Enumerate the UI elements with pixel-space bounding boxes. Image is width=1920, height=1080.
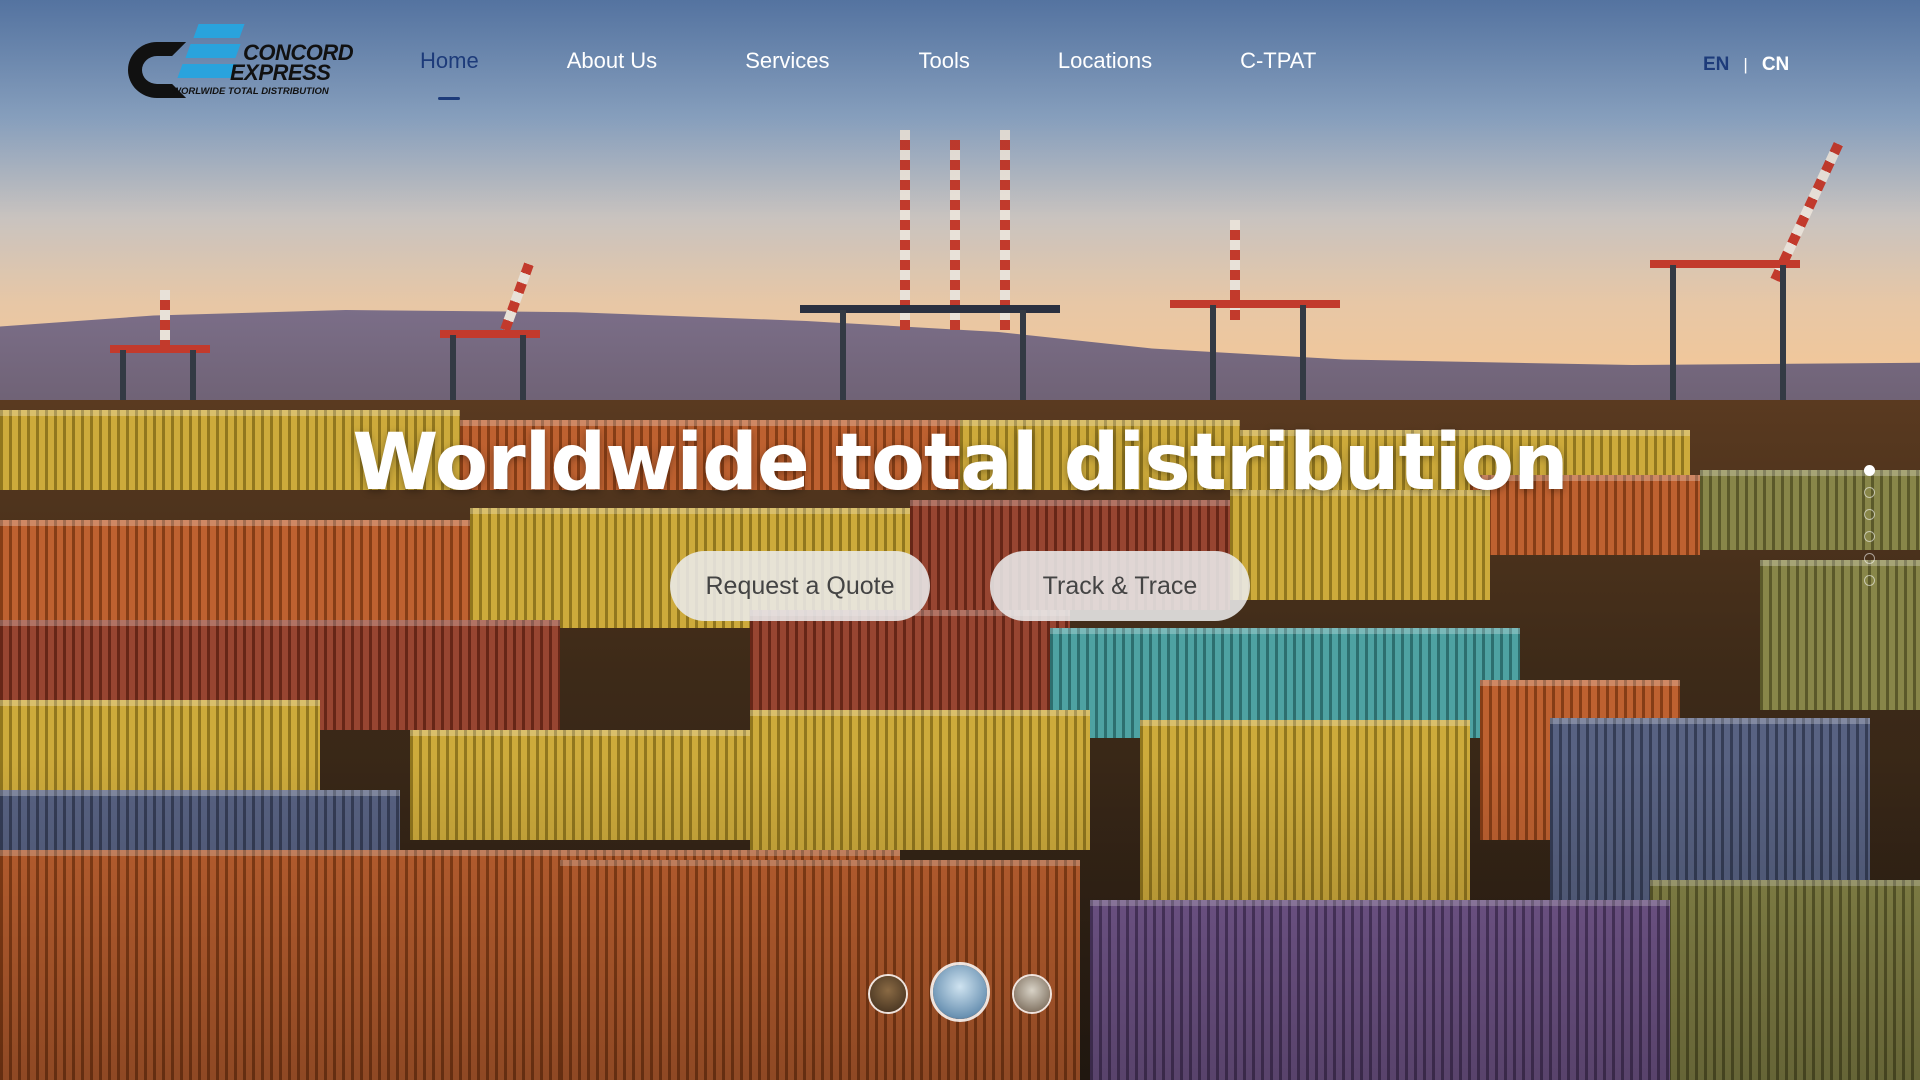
slide-dot[interactable]: [1864, 531, 1875, 542]
hero-headline: Worldwide total distribution: [352, 418, 1568, 508]
nav-item-tools[interactable]: Tools: [919, 48, 970, 88]
lang-cn-option[interactable]: CN: [1762, 54, 1789, 76]
nav-item-about-us[interactable]: About Us: [567, 48, 658, 88]
lang-separator: |: [1743, 55, 1748, 74]
slide-dot[interactable]: [1864, 487, 1875, 498]
site-header: CONCORD EXPRESS WORLWIDE TOTAL DISTRIBUT…: [0, 0, 1920, 130]
containers-thumbnail[interactable]: [868, 974, 908, 1014]
slide-pagination: [1864, 465, 1878, 597]
hero-overlay: [0, 0, 1920, 1080]
hero-background: [0, 0, 1920, 1080]
lang-en-option[interactable]: EN: [1703, 54, 1729, 76]
language-switcher: EN | CN: [1703, 54, 1789, 76]
main-nav: Home About Us Services Tools Locations C…: [420, 48, 1316, 88]
brand-logo[interactable]: CONCORD EXPRESS WORLWIDE TOTAL DISTRIBUT…: [128, 24, 354, 104]
airplane-thumbnail[interactable]: [930, 962, 990, 1022]
nav-item-c-tpat[interactable]: C-TPAT: [1240, 48, 1316, 88]
slide-dot[interactable]: [1864, 575, 1875, 586]
nav-item-services[interactable]: Services: [745, 48, 829, 88]
nav-item-home[interactable]: Home: [420, 48, 479, 88]
nav-item-locations[interactable]: Locations: [1058, 48, 1152, 88]
track-trace-button[interactable]: Track & Trace: [990, 551, 1250, 621]
logo-tagline: WORLWIDE TOTAL DISTRIBUTION: [172, 86, 329, 97]
truck-thumbnail[interactable]: [1012, 974, 1052, 1014]
logo-name-line2: EXPRESS: [230, 60, 331, 85]
request-quote-button[interactable]: Request a Quote: [670, 551, 930, 621]
slide-dot[interactable]: [1864, 553, 1875, 564]
slide-dot[interactable]: [1864, 509, 1875, 520]
slide-dot[interactable]: [1864, 465, 1875, 476]
